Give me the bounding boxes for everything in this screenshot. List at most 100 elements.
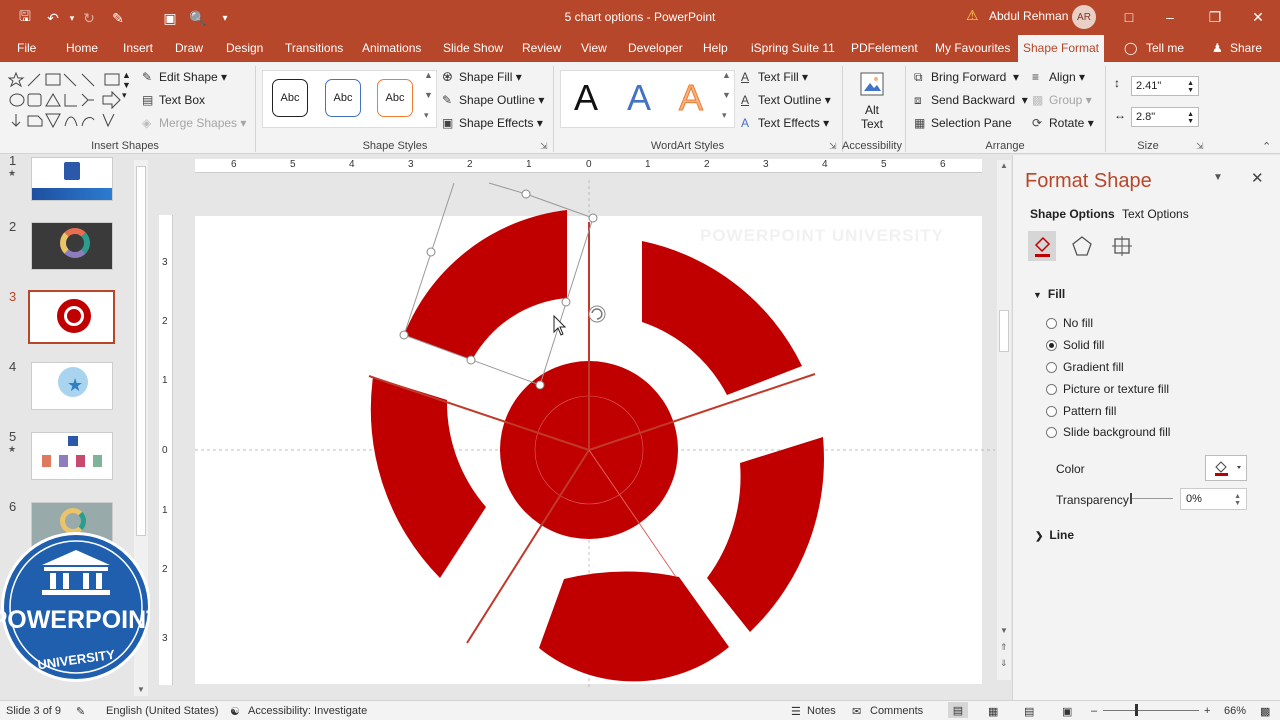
tab-animations[interactable]: Animations	[362, 41, 421, 55]
ribbon-display-icon[interactable]: □	[1114, 6, 1144, 28]
tab-shape-format[interactable]: Shape Format	[1018, 35, 1104, 62]
tab-ispring[interactable]: iSpring Suite 11	[751, 41, 835, 55]
tell-me[interactable]: Tell me	[1146, 41, 1184, 55]
donut-segment-top-right[interactable]	[642, 241, 802, 395]
merge-shapes-button[interactable]: ◈ Merge Shapes ▾	[142, 116, 246, 130]
pane-options-icon[interactable]: ▼	[1213, 172, 1223, 183]
radio-picture-fill[interactable]: Picture or texture fill	[1046, 382, 1169, 396]
reading-view-icon[interactable]: ▤	[1024, 705, 1034, 718]
donut-segment-bottom[interactable]	[539, 571, 729, 682]
text-box-button[interactable]: ▤ Text Box	[142, 93, 205, 107]
shape-outline-button[interactable]: ✎ Shape Outline ▾	[442, 93, 544, 107]
shape-effects-button[interactable]: ▣ Shape Effects ▾	[442, 116, 543, 130]
notes-button[interactable]: Notes	[807, 705, 836, 717]
transparency-slider[interactable]	[1131, 498, 1173, 499]
radio-gradient-fill[interactable]: Gradient fill	[1046, 360, 1124, 374]
wordart-blue[interactable]: A	[627, 78, 651, 118]
tab-pdfelement[interactable]: PDFelement	[851, 41, 918, 55]
slide-scrollbar[interactable]: ▲ ▼ ⇑ ⇓	[997, 160, 1011, 680]
slideshow-icon[interactable]: ▣	[1062, 705, 1072, 718]
fill-section-header[interactable]: ▼ Fill	[1033, 287, 1065, 301]
rotate-button[interactable]: ⟳ Rotate ▾	[1032, 116, 1094, 130]
tab-text-options[interactable]: Text Options	[1122, 207, 1189, 221]
tab-view[interactable]: View	[581, 41, 607, 55]
slide-thumbnail-2[interactable]	[31, 222, 113, 270]
send-backward-button[interactable]: ⧈ Send Backward ▾	[914, 93, 1028, 108]
donut-segment-selected[interactable]	[404, 210, 567, 360]
wordart-black[interactable]: A	[574, 78, 598, 118]
normal-view-icon[interactable]: ▤	[948, 702, 968, 718]
pane-close-icon[interactable]: ✕	[1251, 169, 1264, 187]
wordart-scroll-icon[interactable]: ▲ ▼ ▾	[722, 70, 731, 121]
tab-shape-options[interactable]: Shape Options	[1030, 207, 1115, 221]
tab-draw[interactable]: Draw	[175, 41, 203, 55]
comments-button[interactable]: Comments	[870, 705, 923, 717]
dialog-launcher-icon[interactable]: ⇲	[829, 141, 837, 152]
slide-thumbnail-5[interactable]	[31, 432, 113, 480]
radio-pattern-fill[interactable]: Pattern fill	[1046, 404, 1116, 418]
group-button[interactable]: ▩ Group ▾	[1032, 93, 1092, 107]
height-field[interactable]: 2.41" ▲ ▼	[1131, 76, 1199, 96]
line-section-header[interactable]: ❯ Line	[1035, 528, 1074, 542]
tab-review[interactable]: Review	[522, 41, 561, 55]
tab-transitions[interactable]: Transitions	[285, 41, 343, 55]
selection-pane-button[interactable]: ▦ Selection Pane	[914, 116, 1012, 130]
size-properties-icon[interactable]	[1110, 234, 1134, 258]
radio-slide-background-fill[interactable]: Slide background fill	[1046, 425, 1170, 439]
shape-style-black[interactable]: Abc	[272, 79, 308, 117]
gallery-scroll-icon[interactable]: ▲ ▼ ▾	[122, 70, 131, 101]
slide-sorter-icon[interactable]: ▦	[988, 705, 998, 718]
zoom-in-icon[interactable]: +	[1204, 705, 1210, 717]
transparency-field[interactable]: 0% ▲ ▼	[1180, 488, 1247, 510]
accessibility-status[interactable]: Accessibility: Investigate	[248, 705, 367, 717]
share-button[interactable]: Share	[1230, 41, 1262, 55]
edit-shape-button[interactable]: ✎ Edit Shape ▾	[142, 70, 227, 84]
language[interactable]: English (United States)	[106, 705, 219, 717]
zoom-slider[interactable]	[1103, 710, 1199, 711]
shape-fill-button[interactable]: ♼ Shape Fill ▾	[442, 70, 522, 84]
donut-segment-right[interactable]	[707, 437, 824, 632]
transparency-slider-thumb[interactable]	[1130, 493, 1132, 504]
shape-style-blue[interactable]: Abc	[325, 79, 361, 117]
fit-slide-icon[interactable]: ▩	[1260, 705, 1270, 718]
zoom-level[interactable]: 66%	[1224, 705, 1246, 717]
width-field[interactable]: 2.8" ▲ ▼	[1131, 107, 1199, 127]
donut-segment-left[interactable]	[370, 377, 486, 578]
maximize-icon[interactable]: ❐	[1200, 6, 1230, 28]
slide-thumbnail-1[interactable]	[31, 157, 113, 201]
collapse-ribbon-icon[interactable]: ⌃	[1262, 140, 1271, 153]
tab-help[interactable]: Help	[703, 41, 728, 55]
slide-thumbnail-4[interactable]: ★	[31, 362, 113, 410]
text-outline-button[interactable]: A Text Outline ▾	[741, 93, 831, 107]
rotate-handle-icon[interactable]	[588, 305, 606, 323]
tab-home[interactable]: Home	[66, 41, 98, 55]
radio-no-fill[interactable]: No fill	[1046, 316, 1093, 330]
effects-pentagon-icon[interactable]	[1070, 234, 1094, 258]
zoom-slider-thumb[interactable]	[1135, 704, 1138, 716]
text-effects-button[interactable]: A Text Effects ▾	[741, 116, 829, 130]
dialog-launcher-icon[interactable]: ⇲	[540, 141, 548, 152]
text-fill-button[interactable]: A Text Fill ▾	[741, 70, 808, 84]
tab-insert[interactable]: Insert	[123, 41, 153, 55]
avatar[interactable]: AR	[1072, 5, 1096, 29]
slide-thumbnail-3[interactable]	[28, 290, 115, 344]
dialog-launcher-icon[interactable]: ⇲	[1196, 141, 1204, 152]
tab-slide-show[interactable]: Slide Show	[443, 41, 503, 55]
tab-design[interactable]: Design	[226, 41, 263, 55]
fill-line-tab[interactable]	[1028, 231, 1056, 261]
radio-solid-fill[interactable]: Solid fill	[1046, 338, 1104, 352]
zoom-out-icon[interactable]: –	[1091, 705, 1097, 717]
shape-style-orange[interactable]: Abc	[377, 79, 413, 117]
alt-text-button[interactable]: Alt Text	[856, 70, 888, 132]
tab-my-favourites[interactable]: My Favourites	[935, 41, 1010, 55]
spelling-icon[interactable]: ✎	[76, 705, 85, 718]
wordart-orange[interactable]: A	[678, 77, 703, 118]
color-picker-button[interactable]	[1205, 455, 1247, 481]
bring-forward-button[interactable]: ⧉ Bring Forward ▾	[914, 70, 1019, 85]
styles-scroll-icon[interactable]: ▲ ▼ ▾	[424, 70, 433, 121]
close-icon[interactable]: ✕	[1243, 6, 1273, 28]
align-button[interactable]: ≡ Align ▾	[1032, 70, 1085, 84]
tab-file[interactable]: File	[17, 41, 36, 55]
minimize-icon[interactable]: –	[1155, 6, 1185, 28]
tab-developer[interactable]: Developer	[628, 41, 683, 55]
